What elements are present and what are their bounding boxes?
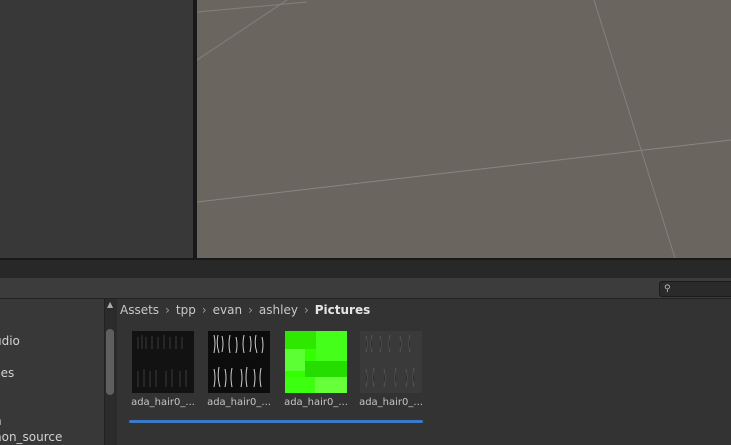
breadcrumb-separator: › (165, 303, 170, 317)
tree-item-folder[interactable]: n (0, 414, 2, 428)
breadcrumb-evan[interactable]: evan (213, 301, 242, 319)
breadcrumb-separator: › (303, 303, 309, 317)
breadcrumb: Assets › tpp › evan › ashley › Pictures (120, 301, 370, 319)
scene-viewport[interactable] (197, 0, 731, 258)
tree-item-audio[interactable]: udio (0, 334, 20, 348)
tree-item-python-source[interactable]: hon_source (0, 430, 62, 444)
asset-tile-1[interactable] (132, 331, 194, 393)
texture-thumbnail (208, 331, 270, 393)
asset-label: ada_hair0_... (359, 397, 423, 408)
texture-thumbnail (360, 331, 422, 393)
tree-item-resources[interactable]: ces (0, 366, 14, 380)
asset-label: ada_hair0_... (284, 397, 348, 408)
search-input[interactable] (674, 282, 731, 296)
folder-tree[interactable]: udio ces n hon_source (0, 299, 104, 445)
breadcrumb-tpp[interactable]: tpp (176, 301, 196, 319)
asset-tile-4[interactable] (360, 331, 422, 393)
asset-label: ada_hair0_... (131, 397, 195, 408)
breadcrumb-pictures[interactable]: Pictures (315, 301, 371, 319)
breadcrumb-assets[interactable]: Assets (120, 301, 159, 319)
breadcrumb-ashley[interactable]: ashley (259, 301, 298, 319)
project-toolbar (0, 278, 731, 299)
folder-tree-scrollbar[interactable]: ▲ (104, 299, 117, 445)
scroll-up-arrow-icon[interactable]: ▲ (107, 300, 113, 309)
project-tab-bar (0, 260, 731, 278)
project-search-field[interactable]: ⚲ (659, 281, 731, 297)
assets-horizontal-scrollbar[interactable] (129, 420, 423, 423)
asset-tile-2[interactable] (208, 331, 270, 393)
texture-thumbnail (132, 331, 194, 393)
scene-grid (197, 0, 731, 258)
search-icon: ⚲ (664, 284, 671, 294)
asset-label: ada_hair0_... (207, 397, 271, 408)
hierarchy-panel[interactable] (0, 0, 193, 258)
breadcrumb-separator: › (201, 303, 207, 317)
breadcrumb-separator: › (248, 303, 253, 317)
scrollbar-thumb[interactable] (106, 329, 114, 395)
texture-thumbnail (285, 331, 347, 393)
asset-tile-3[interactable] (285, 331, 347, 393)
